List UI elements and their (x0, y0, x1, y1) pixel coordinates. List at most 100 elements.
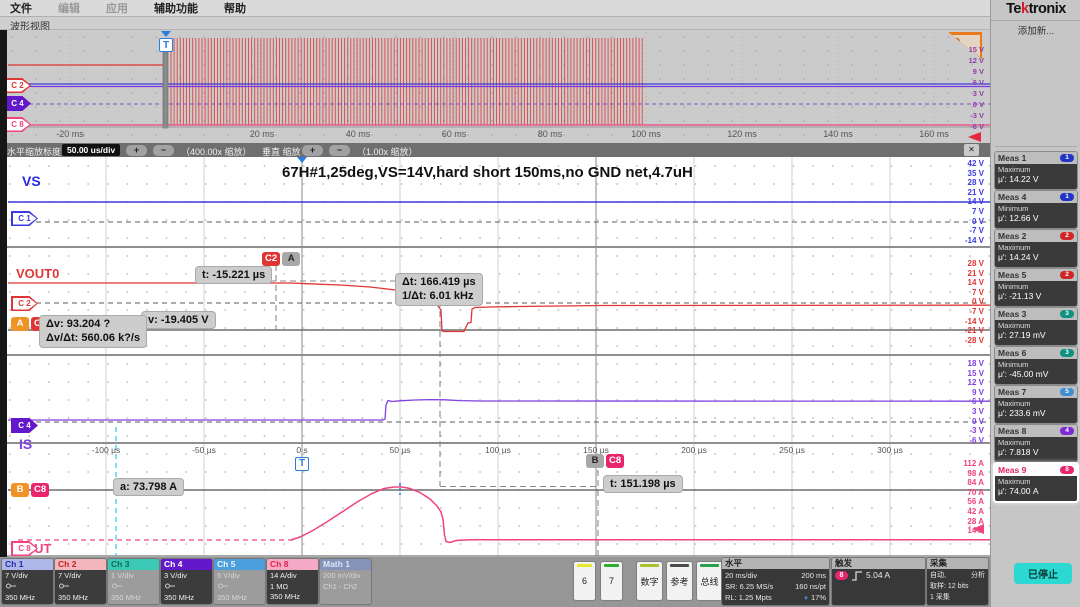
channel-badge-ch8[interactable]: Ch 814 A/div1 MΩ350 MHz (267, 559, 318, 604)
measurement-stat: Maximum (998, 165, 1074, 174)
cursor-b-badge: B (11, 483, 29, 497)
channel-coupling: Ch1 - Ch2 (323, 582, 368, 593)
menu-item-3[interactable]: 辅助功能 (154, 0, 198, 16)
zoom-toolbar: 水平缩放标度 50.00 us/div + − （400.00x 缩放） 垂直 … (0, 143, 990, 157)
measurement-card-4[interactable]: Meas 52Minimumμ′: -21.13 V (995, 269, 1077, 306)
measurement-card-9[interactable]: Meas 98Maximumμ′: 74.00 A (995, 464, 1077, 501)
delta-t-line: Δt: 166.419 µs (402, 275, 476, 289)
overview-strip[interactable]: T -20 ms20 ms40 ms60 ms80 ms100 ms120 ms… (0, 30, 990, 143)
trigger-flag[interactable]: T (159, 38, 173, 52)
close-zoom-icon[interactable]: ✕ (964, 144, 979, 156)
aux-button-2[interactable]: 数字 (636, 561, 663, 601)
trigger-marker[interactable]: T (295, 457, 309, 471)
channel-scale: 200 mV/div (323, 571, 368, 582)
scale-label-ch2: -28 V (944, 336, 984, 345)
horizontal-panel[interactable]: 水平 20 ms/div200 ms SR: 6.25 MS/s160 ns/p… (722, 558, 829, 605)
channel-coupling (58, 582, 103, 594)
cursor-a-source-badge[interactable]: C2 A (262, 252, 300, 266)
measurement-name: Meas 6 (998, 348, 1026, 358)
measurement-stat: Maximum (998, 438, 1074, 447)
trigger-position-bar[interactable] (163, 50, 168, 128)
overview-time-label: 140 ms (823, 129, 853, 139)
aux-button-4[interactable]: 总线 (696, 561, 723, 601)
menu-item-4[interactable]: 帮助 (224, 0, 246, 16)
scale-label-ch8: 98 A (944, 469, 984, 478)
ch4-name-label[interactable]: IS (19, 436, 32, 452)
trigger-flag-arrow-icon[interactable] (161, 31, 171, 37)
main-time-label: -50 µs (192, 445, 216, 455)
trigger-panel[interactable]: 触发 8 5.04 A (832, 558, 925, 605)
acquisition-stopped-button[interactable]: 已停止 (1014, 563, 1072, 584)
scale-label-ch1: 7 V (944, 207, 984, 216)
cursor-a-value-readout[interactable]: v: -19.405 V (142, 312, 215, 328)
ch2-name-label[interactable]: VOUT0 (16, 266, 59, 281)
delta-t-readout[interactable]: Δt: 166.419 µs 1/Δt: 6.01 kHz (396, 274, 482, 305)
channel-bandwidth: 350 MHz (164, 593, 209, 604)
aux-button-0[interactable]: 6 (573, 561, 596, 601)
measurement-card-5[interactable]: Meas 33Maximumμ′: 27.19 mV (995, 308, 1077, 345)
vzoom-minus-button[interactable]: − (329, 145, 350, 156)
cursor-a-time-readout[interactable]: t: -15.221 µs (196, 267, 271, 283)
channel-badge-ch4[interactable]: Ch 43 V/div350 MHz (161, 559, 212, 604)
menu-item-1[interactable]: 编辑 (58, 0, 80, 16)
cursor-b-badge: B (586, 454, 604, 468)
ch2-level-arrow-icon[interactable] (968, 132, 981, 142)
scale-label-ch2: 7 V (944, 288, 984, 297)
menu-item-2[interactable]: 应用 (106, 0, 128, 16)
aux-button-label: 7 (609, 576, 614, 586)
measurement-card-8[interactable]: Meas 84Maximumμ′: 7.818 V (995, 425, 1077, 462)
ch1-name-label[interactable]: VS (22, 173, 41, 189)
measurement-stat: Maximum (998, 477, 1074, 486)
hzoom-minus-button[interactable]: − (153, 145, 174, 156)
measurement-card-1[interactable]: Meas 11Maximumμ′: 14.22 V (995, 152, 1077, 189)
channel-badge-ch5[interactable]: Ch 55 V/div350 MHz (214, 559, 265, 604)
channel-badge-math1[interactable]: Math 1200 mV/divCh1 - Ch2 (320, 559, 371, 604)
hzoom-plus-button[interactable]: + (126, 145, 147, 156)
acquisition-sample: 取样: 12 bits (930, 581, 985, 592)
cursor-b-time-readout[interactable]: t: 151.198 µs (604, 476, 682, 492)
delta-v-readout[interactable]: Δv: 93.204 ? Δv/Δt: 560.06 k?/s (40, 316, 146, 347)
overview-volt-label: -3 V (950, 111, 984, 120)
scale-label-ch4: 3 V (944, 407, 984, 416)
channel-badge-ch2[interactable]: Ch 27 V/div350 MHz (55, 559, 106, 604)
callout-text[interactable]: 67H#1,25deg,VS=14V,hard short 150ms,no G… (282, 164, 693, 181)
ch8-level-arrow-icon[interactable] (972, 524, 984, 534)
aux-button-stripe (577, 564, 592, 567)
bottom-settings-bar: Ch 17 V/div350 MHzCh 27 V/div350 MHzCh 3… (0, 557, 990, 607)
zoom-center-pointer-icon[interactable] (297, 157, 307, 163)
measurement-stat: Minimum (998, 282, 1074, 291)
measurement-card-2[interactable]: Meas 41Minimumμ′: 12.66 V (995, 191, 1077, 228)
channel-scale: 14 A/div (270, 571, 315, 582)
measurement-card-6[interactable]: Meas 63Minimumμ′: -45.00 mV (995, 347, 1077, 384)
overview-time-label: 120 ms (727, 129, 757, 139)
measurement-card-3[interactable]: Meas 22Maximumμ′: 14.24 V (995, 230, 1077, 267)
main-waveform-view[interactable]: 67H#1,25deg,VS=14V,hard short 150ms,no G… (0, 157, 990, 557)
hzoom-scale-value[interactable]: 50.00 us/div (62, 144, 120, 156)
aux-button-1[interactable]: 7 (600, 561, 623, 601)
acquisition-panel[interactable]: 采集 自动,分析 取样: 12 bits 1 采集 (927, 558, 988, 605)
trigger-level: 5.04 A (866, 570, 890, 581)
channel-badge-title: Ch 3 (108, 559, 159, 570)
channel-bandwidth: 350 MHz (270, 592, 315, 603)
aux-button-3[interactable]: 参考 (666, 561, 693, 601)
channel-badge-ch1[interactable]: Ch 17 V/div350 MHz (2, 559, 53, 604)
horizontal-scale: 20 ms/div (725, 570, 757, 581)
scale-label-ch4: -3 V (944, 426, 984, 435)
main-time-label: -100 µs (92, 445, 121, 455)
right-control-panel: Tektronix 添加新... 光标Callout测量搜索结果表绘图更多...… (990, 0, 1080, 607)
vzoom-plus-button[interactable]: + (302, 145, 323, 156)
channel-scale: 1 V/div (111, 571, 156, 582)
scale-label-ch1: 28 V (944, 178, 984, 187)
measurement-value: μ′: 233.6 mV (998, 408, 1074, 419)
aux-button-stripe (700, 564, 719, 567)
menu-item-0[interactable]: 文件 (10, 0, 32, 16)
channel-badge-ch3[interactable]: Ch 31 V/div350 MHz (108, 559, 159, 604)
measurement-card-7[interactable]: Meas 75Maximumμ′: 233.6 mV (995, 386, 1077, 423)
cursor-b-source-badge[interactable]: B C8 (586, 454, 624, 468)
overview-time-label: 40 ms (346, 129, 371, 139)
inv-delta-t-line: 1/Δt: 6.01 kHz (402, 289, 476, 303)
cursor-b-level-badge[interactable]: B C8 (11, 483, 49, 497)
measurement-name: Meas 2 (998, 231, 1026, 241)
cursor-b-value-readout[interactable]: a: 73.798 A (114, 479, 183, 495)
view-left-edge (0, 30, 7, 557)
